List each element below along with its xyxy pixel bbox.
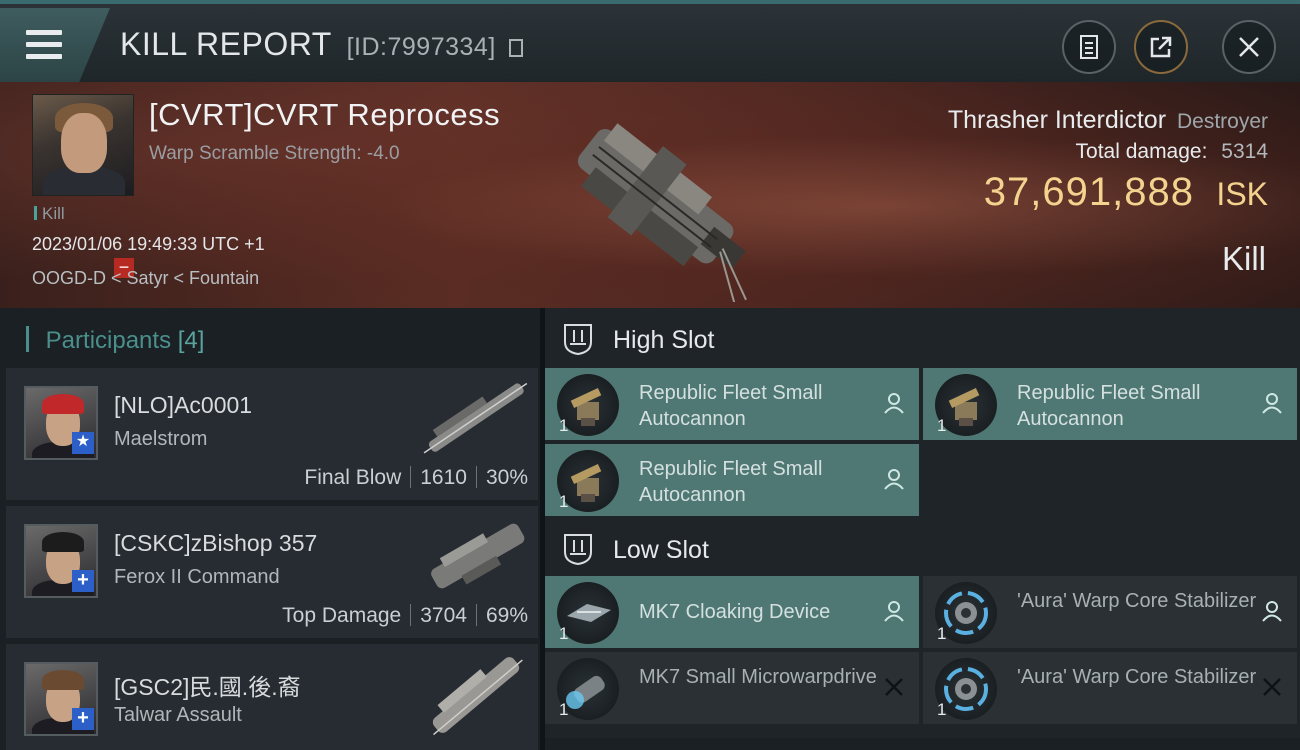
participant-ship-image bbox=[431, 523, 525, 589]
share-button[interactable] bbox=[1134, 20, 1188, 74]
module-quantity: 1 bbox=[559, 624, 569, 643]
kill-location[interactable]: OOGD-D < Satyr < Fountain bbox=[32, 268, 259, 289]
module-tile[interactable]: 1 Republic Fleet Small Autocannon bbox=[923, 368, 1297, 440]
participant-stats: Final Blow 1610 30% bbox=[304, 466, 528, 490]
module-tile[interactable]: 1 Republic Fleet Small Autocannon bbox=[545, 368, 919, 440]
close-button[interactable] bbox=[1222, 20, 1276, 74]
title-text: KILL REPORT bbox=[120, 26, 332, 62]
fitted-person-icon bbox=[884, 393, 904, 414]
close-icon bbox=[1239, 37, 1259, 57]
module-quantity: 1 bbox=[937, 700, 947, 719]
next-slot-header bbox=[545, 738, 1300, 750]
participant-card[interactable]: + [GSC2]民.國.後.裔 Talwar Assault bbox=[6, 644, 538, 750]
module-quantity: 1 bbox=[559, 416, 569, 435]
isk-unit: ISK bbox=[1216, 176, 1268, 212]
damage-value: 5314 bbox=[1221, 140, 1268, 163]
kill-type: Kill bbox=[1221, 240, 1266, 277]
report-id: [ID:7997334] bbox=[346, 33, 496, 61]
total-damage: Total damage: 5314 bbox=[1076, 140, 1268, 164]
module-name: Republic Fleet Small Autocannon bbox=[639, 382, 823, 430]
fitted-person-icon bbox=[884, 601, 904, 622]
header-bar: KILL REPORT [ID:7997334] bbox=[0, 0, 1300, 82]
participant-card[interactable]: + [CSKC]zBishop 357 Ferox II Command Top… bbox=[6, 506, 538, 638]
high-slot-header: High Slot bbox=[545, 308, 1300, 368]
isk-value: 37,691,888 bbox=[983, 170, 1194, 214]
fitted-person-icon bbox=[884, 469, 904, 490]
module-tile[interactable]: 1 'Aura' Warp Core Stabilizer bbox=[923, 652, 1297, 724]
participant-role: Final Blow bbox=[304, 466, 402, 489]
participants-label: Participants bbox=[45, 327, 172, 354]
fitted-person-icon bbox=[1262, 393, 1282, 414]
destroyed-x-icon bbox=[885, 678, 903, 696]
damage-label: Total damage: bbox=[1075, 140, 1208, 163]
module-name: Republic Fleet Small Autocannon bbox=[1017, 382, 1201, 430]
participant-percent: 69% bbox=[485, 604, 528, 627]
fitted-person-icon bbox=[1262, 601, 1282, 622]
low-slot-header: Low Slot bbox=[545, 518, 1300, 578]
plus-badge-icon: + bbox=[72, 570, 94, 592]
module-quantity: 1 bbox=[937, 416, 947, 435]
participant-name: [CSKC]zBishop 357 bbox=[114, 530, 318, 556]
victim-banner: − [CVRT]CVRT Reprocess Warp Scramble Str… bbox=[0, 82, 1300, 308]
module-tile[interactable]: 1 MK7 Small Microwarpdrive bbox=[545, 652, 919, 724]
participant-stats: Top Damage 3704 69% bbox=[282, 604, 528, 628]
participant-name: [GSC2]民.國.後.裔 bbox=[114, 674, 301, 700]
low-slot-title: Low Slot bbox=[613, 536, 709, 564]
share-icon bbox=[1150, 36, 1172, 58]
participant-ship: Talwar Assault bbox=[114, 704, 242, 726]
copy-id-icon[interactable] bbox=[509, 39, 524, 57]
participant-damage: 1610 bbox=[420, 466, 467, 489]
menu-tab[interactable] bbox=[0, 8, 110, 82]
star-badge-icon: ★ bbox=[72, 432, 94, 454]
participant-ship-image bbox=[423, 382, 528, 454]
module-quantity: 1 bbox=[559, 700, 569, 719]
clipboard-icon bbox=[1080, 35, 1098, 59]
plus-badge-icon: + bbox=[72, 708, 94, 730]
participants-panel: Participants [4] ★ [NLO]Ac0001 Maelstrom… bbox=[0, 308, 540, 750]
victim-avatar[interactable] bbox=[32, 94, 134, 196]
module-tile[interactable]: 1 Republic Fleet Small Autocannon bbox=[545, 444, 919, 516]
participant-card[interactable]: ★ [NLO]Ac0001 Maelstrom Final Blow 1610 30… bbox=[6, 368, 538, 500]
isk-value-row: 37,691,888 ISK bbox=[984, 170, 1268, 215]
module-tile[interactable]: 1 'Aura' Warp Core Stabilizer bbox=[923, 576, 1297, 648]
module-name: Republic Fleet Small Autocannon bbox=[639, 458, 823, 506]
module-quantity: 1 bbox=[559, 492, 569, 511]
kill-timestamp: 2023/01/06 19:49:33 UTC +1 bbox=[32, 234, 265, 254]
participant-name: [NLO]Ac0001 bbox=[114, 392, 253, 418]
ship-class: Destroyer bbox=[1176, 110, 1268, 133]
clipboard-button[interactable] bbox=[1062, 20, 1116, 74]
victim-ship[interactable]: Thrasher Interdictor Destroyer bbox=[948, 106, 1268, 135]
participants-count: [4] bbox=[177, 327, 205, 354]
high-slot-title: High Slot bbox=[613, 326, 715, 354]
high-slot-icon bbox=[564, 324, 592, 356]
victim-name[interactable]: [CVRT]CVRT Reprocess bbox=[149, 97, 500, 133]
module-quantity: 1 bbox=[937, 624, 947, 643]
participant-damage: 3704 bbox=[420, 604, 467, 627]
hamburger-icon[interactable] bbox=[26, 30, 62, 60]
participants-header: Participants [4] bbox=[26, 326, 205, 355]
module-name: 'Aura' Warp Core Stabilizer bbox=[1017, 590, 1257, 612]
participant-ship: Maelstrom bbox=[114, 428, 208, 450]
destroyed-x-icon bbox=[1263, 678, 1281, 696]
fitting-panel: High Slot 1 Republic Fleet Small Autocan… bbox=[545, 308, 1300, 750]
participant-percent: 30% bbox=[485, 466, 528, 489]
module-name: 'Aura' Warp Core Stabilizer bbox=[1017, 666, 1257, 688]
module-tile[interactable]: 1 MK7 Cloaking Device bbox=[545, 576, 919, 648]
participant-ship-image bbox=[432, 657, 523, 736]
module-name: MK7 Small Microwarpdrive bbox=[639, 666, 877, 688]
participant-ship: Ferox II Command bbox=[114, 566, 280, 588]
kill-tag: Kill bbox=[34, 204, 65, 224]
module-name: MK7 Cloaking Device bbox=[639, 601, 831, 623]
participant-role: Top Damage bbox=[282, 604, 402, 627]
low-slot-icon bbox=[564, 534, 592, 566]
victim-ship-image[interactable] bbox=[540, 92, 770, 302]
page-title: KILL REPORT [ID:7997334] bbox=[120, 26, 524, 63]
ship-name: Thrasher Interdictor bbox=[947, 106, 1167, 134]
warp-scramble-strength: Warp Scramble Strength: -4.0 bbox=[149, 143, 400, 164]
